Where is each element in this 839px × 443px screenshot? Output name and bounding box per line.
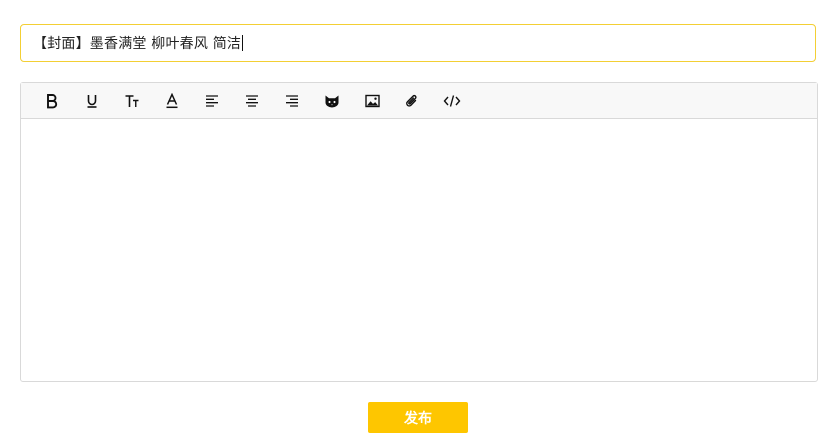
code-icon — [443, 94, 461, 107]
bold-button[interactable] — [32, 83, 72, 119]
title-input-value: 【封面】墨香满堂 柳叶春风 简洁 — [33, 36, 242, 52]
editor-toolbar — [21, 83, 817, 119]
emoji-cat-icon — [325, 95, 339, 107]
font-size-icon — [125, 94, 139, 107]
font-color-button[interactable] — [152, 83, 192, 119]
underline-button[interactable] — [72, 83, 112, 119]
align-left-icon — [206, 94, 218, 107]
rich-text-editor — [20, 82, 818, 382]
code-button[interactable] — [432, 83, 472, 119]
font-size-button[interactable] — [112, 83, 152, 119]
bold-icon — [47, 93, 58, 108]
font-color-icon — [166, 92, 178, 108]
align-right-button[interactable] — [272, 83, 312, 119]
image-icon — [364, 94, 380, 107]
attachment-button[interactable] — [392, 83, 432, 119]
align-center-button[interactable] — [232, 83, 272, 119]
emoji-button[interactable] — [312, 83, 352, 119]
attachment-icon — [406, 94, 417, 107]
underline-icon — [87, 94, 97, 108]
insert-image-button[interactable] — [352, 83, 392, 119]
title-input[interactable]: 【封面】墨香满堂 柳叶春风 简洁 — [20, 24, 816, 62]
align-right-icon — [286, 94, 298, 107]
editor-content-area[interactable] — [21, 119, 817, 381]
text-caret — [242, 35, 244, 51]
align-left-button[interactable] — [192, 83, 232, 119]
align-center-icon — [246, 94, 258, 107]
publish-button[interactable]: 发布 — [368, 402, 468, 433]
